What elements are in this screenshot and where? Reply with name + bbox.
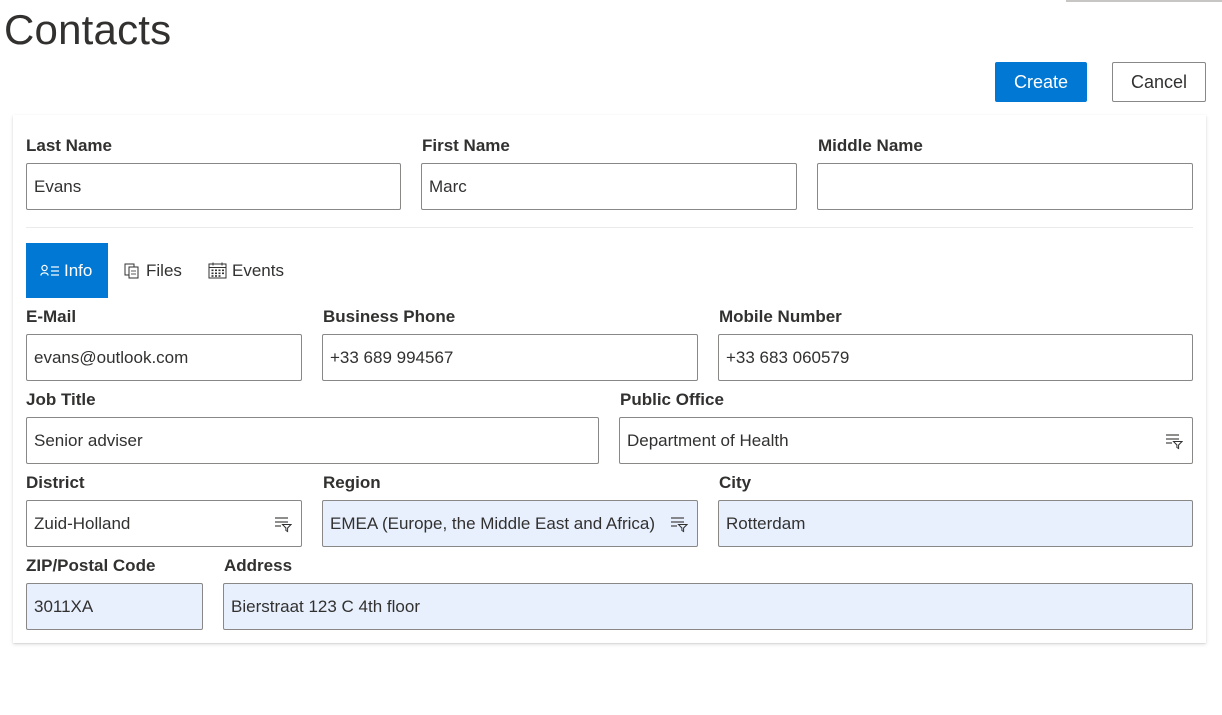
- city-value: Rotterdam: [726, 513, 806, 533]
- district-lookup[interactable]: Zuid-Holland: [26, 500, 302, 547]
- region-value: EMEA (Europe, the Middle East and Africa…: [330, 513, 656, 533]
- tab-info[interactable]: Info: [26, 243, 108, 298]
- zip-value: 3011XA: [34, 596, 94, 616]
- contact-info-icon: [40, 264, 59, 276]
- last-name-value: Evans: [34, 176, 82, 196]
- address-value: Bierstraat 123 C 4th floor: [231, 596, 420, 616]
- job-title-field[interactable]: Senior adviser: [26, 417, 599, 464]
- filter-list-icon[interactable]: [670, 515, 688, 533]
- first-name-value: Marc: [429, 176, 467, 196]
- middle-name-label: Middle Name: [818, 136, 923, 155]
- contact-form-card: Last Name Evans First Name Marc Middle N…: [13, 115, 1206, 643]
- email-label: E-Mail: [26, 307, 77, 326]
- zip-field[interactable]: 3011XA: [26, 583, 203, 630]
- last-name-label: Last Name: [26, 136, 112, 155]
- files-icon: [124, 263, 139, 278]
- district-value: Zuid-Holland: [34, 513, 131, 533]
- district-label: District: [26, 473, 85, 492]
- job-title-label: Job Title: [26, 390, 96, 409]
- tab-info-label: Info: [64, 260, 93, 280]
- region-label: Region: [323, 473, 381, 492]
- section-divider: [26, 227, 1193, 228]
- city-label: City: [719, 473, 752, 492]
- business-phone-label: Business Phone: [323, 307, 456, 326]
- first-name-label: First Name: [422, 136, 510, 155]
- filter-list-icon[interactable]: [274, 515, 292, 533]
- business-phone-field[interactable]: +33 689 994567: [322, 334, 698, 381]
- cancel-button[interactable]: Cancel: [1112, 62, 1206, 102]
- public-office-value: Department of Health: [627, 430, 789, 450]
- filter-list-icon[interactable]: [1165, 432, 1183, 450]
- address-label: Address: [224, 556, 293, 575]
- first-name-field[interactable]: Marc: [421, 163, 797, 210]
- top-divider: [1066, 0, 1222, 2]
- tab-files[interactable]: Files: [124, 243, 194, 298]
- create-button[interactable]: Create: [995, 62, 1087, 102]
- region-lookup[interactable]: EMEA (Europe, the Middle East and Africa…: [322, 500, 698, 547]
- mobile-number-field[interactable]: +33 683 060579: [718, 334, 1193, 381]
- last-name-field[interactable]: Evans: [26, 163, 401, 210]
- mobile-number-value: +33 683 060579: [726, 347, 850, 367]
- tab-events-label: Events: [232, 260, 284, 280]
- calendar-icon: [208, 262, 227, 279]
- city-field[interactable]: Rotterdam: [718, 500, 1193, 547]
- zip-label: ZIP/Postal Code: [26, 556, 156, 575]
- public-office-lookup[interactable]: Department of Health: [619, 417, 1193, 464]
- public-office-label: Public Office: [620, 390, 724, 409]
- address-field[interactable]: Bierstraat 123 C 4th floor: [223, 583, 1193, 630]
- tab-files-label: Files: [146, 260, 182, 280]
- job-title-value: Senior adviser: [34, 430, 143, 450]
- middle-name-field[interactable]: [817, 163, 1193, 210]
- mobile-number-label: Mobile Number: [719, 307, 842, 326]
- page-title: Contacts: [4, 6, 172, 53]
- email-value: evans@outlook.com: [34, 347, 189, 367]
- business-phone-value: +33 689 994567: [330, 347, 454, 367]
- email-field[interactable]: evans@outlook.com: [26, 334, 302, 381]
- tab-events[interactable]: Events: [208, 243, 298, 298]
